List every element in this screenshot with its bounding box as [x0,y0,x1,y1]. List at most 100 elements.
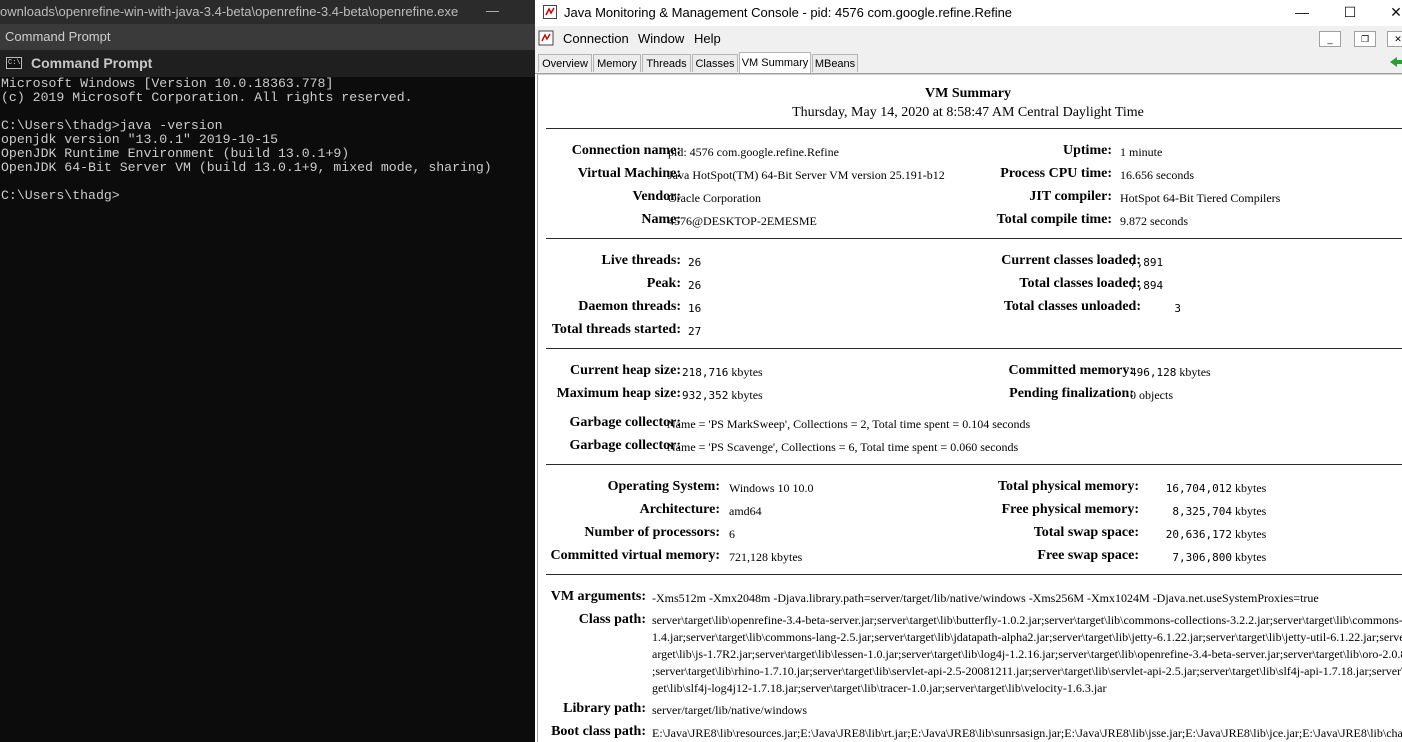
menu-bar: Connection Window Help _ ❐ ✕ [535,26,1402,52]
frame-close-button[interactable]: ✕ [1387,31,1402,47]
connection-name-label: Connection name: [571,143,681,158]
tab-threads[interactable]: Threads [642,54,691,72]
committed-memory-value: 496,128 [1130,366,1177,379]
total-classes-loaded-label: Total classes loaded: [1019,276,1141,291]
total-compile-time-value: 9.872 seconds [1120,214,1188,228]
committed-memory-label: Committed memory: [1008,363,1134,378]
vm-arguments-value: -Xms512m -Xmx2048m -Djava.library.path=s… [652,591,1319,605]
background-window-titlebar[interactable]: ownloads\openrefine-win-with-java-3.4-be… [0,0,535,24]
committed-memory-row: 496,128 kbytes [1130,365,1211,380]
cmd-icon: C:\ [6,57,22,69]
free-swap-space-value: 7,306,800 [1172,551,1232,564]
free-swap-space-unit: kbytes [1235,550,1267,564]
daemon-threads-label: Daemon threads: [578,299,681,314]
maximum-heap-size-value: 932,352 [682,389,729,402]
garbage-collector-label: Garbage collector: [569,415,681,430]
total-physical-memory-value: 16,704,012 [1165,482,1232,495]
pending-finalization-label: Pending finalization: [1009,386,1134,401]
minimize-button[interactable]: — [1279,0,1325,26]
current-heap-size-value: 218,716 [682,366,729,379]
garbage-collector-value: Name = 'PS Scavenge', Collections = 6, T… [667,440,1019,454]
name-value: 4576@DESKTOP-2EMESME [668,214,817,228]
boot-class-path-value: E:\Java\JRE8\lib\resources.jar;E:\Java\J… [652,726,1402,740]
vendor-value: Oracle Corporation [668,191,761,205]
architecture-value: amd64 [729,504,762,518]
console-output[interactable]: Microsoft Windows [Version 10.0.18363.77… [1,77,535,203]
free-physical-memory-value: 8,325,704 [1172,505,1232,518]
total-physical-memory-label: Total physical memory: [997,479,1139,494]
live-threads-value: 26 [688,256,702,269]
number-of-processors-label: Number of processors: [584,525,720,540]
maximum-heap-size-row: 932,352 kbytes [682,388,763,403]
free-physical-memory-unit: kbytes [1235,504,1267,518]
class-path-value: server\target\lib\openrefine-3.4-beta-se… [652,613,1402,695]
background-window-title: ownloads\openrefine-win-with-java-3.4-be… [0,4,459,19]
jit-compiler-label: JIT compiler: [1029,189,1112,204]
committed-virtual-memory-label: Committed virtual memory: [550,548,720,563]
close-button[interactable]: ✕ [1373,0,1402,26]
jconsole-titlebar[interactable]: Java Monitoring & Management Console - p… [535,0,1402,26]
total-threads-started-label: Total threads started: [551,322,681,337]
architecture-label: Architecture: [639,502,720,517]
tab-mbeans[interactable]: MBeans [812,54,858,72]
section-divider [546,464,1402,465]
frame-restore-button[interactable]: ❐ [1354,31,1376,47]
vm-summary-title: VM Summary [925,86,1011,101]
total-swap-space-value: 20,636,172 [1165,528,1232,541]
library-path-value: server/target/lib/native/windows [652,703,808,717]
pending-finalization-value: 0 objects [1130,388,1173,402]
current-classes-loaded-value: 7,891 [1130,256,1164,269]
current-heap-size-unit: kbytes [731,365,763,379]
total-swap-space-unit: kbytes [1235,527,1267,541]
daemon-threads-value: 16 [688,302,702,315]
maximum-heap-size-unit: kbytes [731,388,763,402]
free-physical-memory-label: Free physical memory: [1001,502,1139,517]
total-classes-unloaded-label: Total classes unloaded: [1003,299,1141,314]
garbage-collector-label: Garbage collector: [569,438,681,453]
section-divider [546,348,1402,349]
section-divider [546,128,1402,129]
tab-memory[interactable]: Memory [593,54,641,72]
uptime-label: Uptime: [1063,143,1112,158]
operating-system-value: Windows 10 10.0 [729,481,814,495]
menu-window[interactable]: Window [638,26,684,52]
committed-memory-unit: kbytes [1179,365,1211,379]
cmd-tab[interactable]: C:\ Command Prompt [0,50,535,77]
jconsole-window: Java Monitoring & Management Console - p… [535,0,1402,742]
number-of-processors-value: 6 [729,527,735,541]
cmd-window-title: Command Prompt [5,29,111,44]
section-divider [546,574,1402,575]
library-path-label: Library path: [563,701,646,716]
current-heap-size-label: Current heap size: [570,363,681,378]
tab-overview[interactable]: Overview [538,54,592,72]
tab-classes[interactable]: Classes [692,54,738,72]
frame-minimize-button[interactable]: _ [1319,31,1341,47]
maximize-button[interactable]: ☐ [1327,0,1373,26]
virtual-machine-value: Java HotSpot(TM) 64-Bit Server VM versio… [668,168,945,182]
vm-arguments-label: VM arguments: [550,589,646,604]
virtual-machine-label: Virtual Machine: [577,166,681,181]
section-divider [546,238,1402,239]
menu-connection[interactable]: Connection [563,26,629,52]
free-swap-space-label: Free swap space: [1037,548,1139,563]
cmd-tab-label: Command Prompt [31,55,153,71]
cmd-titlebar[interactable]: Command Prompt [0,24,535,50]
java-app-icon [543,5,557,19]
connection-name-value: pid: 4576 com.google.refine.Refine [668,145,839,159]
internal-frame-icon[interactable] [538,30,554,46]
background-minimize-button[interactable]: — [486,0,499,23]
total-threads-started-value: 27 [688,325,702,338]
tab-vm-summary[interactable]: VM Summary [739,52,811,73]
class-path-label: Class path: [578,612,646,627]
current-heap-size-row: 218,716 kbytes [682,365,763,380]
uptime-value: 1 minute [1120,145,1163,159]
vm-summary-panel[interactable]: VM Summary Thursday, May 14, 2020 at 8:5… [537,74,1402,742]
peak-threads-label: Peak: [646,276,681,291]
free-swap-space-row: 7,306,800 kbytes [1147,550,1266,565]
boot-class-path-label: Boot class path: [551,724,646,739]
operating-system-label: Operating System: [607,479,720,494]
menu-help[interactable]: Help [694,26,721,52]
vm-summary-timestamp: Thursday, May 14, 2020 at 8:58:47 AM Cen… [792,105,1144,120]
garbage-collector-value: Name = 'PS MarkSweep', Collections = 2, … [667,417,1031,431]
total-physical-memory-row: 16,704,012 kbytes [1147,481,1267,496]
